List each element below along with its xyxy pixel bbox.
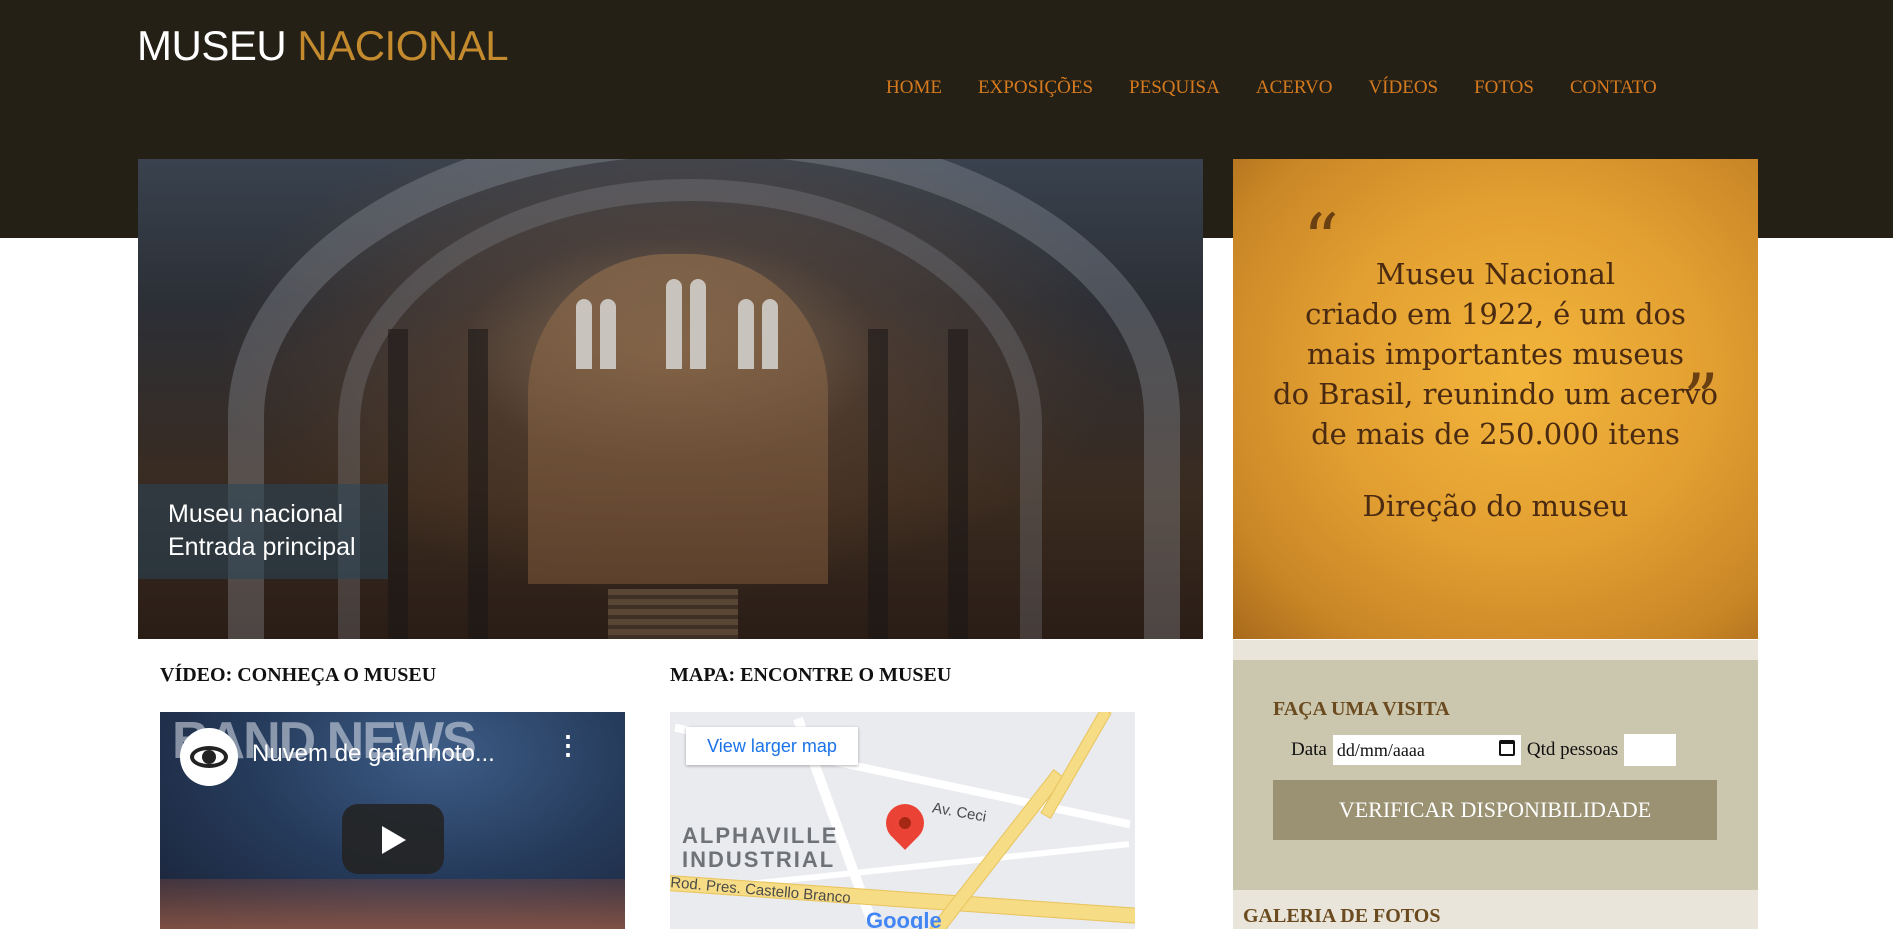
map-section-title: MAPA: ENCONTRE O MUSEU: [670, 664, 952, 686]
qty-label: Qtd pessoas: [1526, 739, 1619, 760]
check-availability-button[interactable]: VERIFICAR DISPONIBILIDADE: [1273, 780, 1717, 840]
quote-line: mais importantes museus: [1306, 337, 1685, 371]
calendar-icon[interactable]: [1498, 740, 1515, 756]
date-input[interactable]: dd/mm/aaaa: [1332, 735, 1521, 765]
hero-column: [468, 329, 488, 639]
nav-home[interactable]: HOME: [886, 76, 942, 100]
quote-line: Museu Nacional: [1375, 257, 1616, 291]
quote-line: do Brasil, reunindo um acervo: [1273, 377, 1718, 411]
map-pin-icon[interactable]: [878, 796, 932, 850]
play-button[interactable]: [342, 804, 444, 874]
hero-column: [948, 329, 968, 639]
video-title[interactable]: Nuvem de gafanhoto...: [252, 740, 495, 768]
quote-text: Museu Nacional criado em 1922, é um dos …: [1233, 254, 1758, 454]
qty-input[interactable]: [1624, 734, 1677, 766]
hero-window: [690, 279, 706, 369]
embedded-map[interactable]: View larger map ALPHAVILLE INDUSTRIAL Av…: [670, 712, 1135, 929]
map-highway: [1040, 712, 1112, 819]
gallery-title: GALERIA DE FOTOS: [1243, 905, 1441, 927]
hero-window: [576, 299, 592, 369]
hero-caption-line2: Entrada principal: [168, 533, 356, 561]
hero-window: [600, 299, 616, 369]
nav-contato[interactable]: CONTATO: [1570, 76, 1657, 100]
hero-caption: Museu nacional Entrada principal: [138, 484, 388, 579]
map-area-line1: ALPHAVILLE: [682, 823, 839, 848]
visit-form-row: Data dd/mm/aaaa Qtd pessoas: [1291, 734, 1677, 766]
site-logo[interactable]: MUSEU NACIONAL: [137, 22, 509, 69]
main-nav: HOME EXPOSIÇÕES PESQUISA ACERVO VÍDEOS F…: [886, 76, 1693, 100]
hero-column: [388, 329, 408, 639]
map-road-label: Av. Ceci: [930, 799, 988, 826]
quote-signature: Direção do museu: [1362, 489, 1629, 523]
visit-panel: FAÇA UMA VISITA Data dd/mm/aaaa Qtd pess…: [1233, 660, 1758, 890]
channel-logo-icon[interactable]: [180, 728, 238, 786]
date-label: Data: [1291, 739, 1327, 760]
map-area-line2: INDUSTRIAL: [682, 847, 836, 872]
hero-caption-line1: Museu nacional: [168, 500, 344, 528]
logo-word-nacional: NACIONAL: [297, 22, 509, 69]
video-section-title: VÍDEO: CONHEÇA O MUSEU: [160, 664, 437, 686]
more-options-icon[interactable]: ⋮: [555, 732, 581, 758]
visit-title: FAÇA UMA VISITA: [1273, 698, 1450, 720]
nav-pesquisa[interactable]: PESQUISA: [1129, 76, 1220, 100]
nav-exposicoes[interactable]: EXPOSIÇÕES: [978, 76, 1093, 100]
quote-line: de mais de 250.000 itens: [1311, 417, 1680, 451]
video-player[interactable]: BAND NEWS Nuvem de gafanhoto... ⋮: [160, 712, 625, 929]
hero-window: [738, 299, 754, 369]
view-larger-map-link[interactable]: View larger map: [686, 727, 858, 765]
nav-videos[interactable]: VÍDEOS: [1368, 76, 1438, 100]
hero-window: [762, 299, 778, 369]
quote-panel: “ ” Museu Nacional criado em 1922, é um …: [1233, 159, 1758, 639]
quote-line: criado em 1922, é um dos: [1305, 297, 1686, 331]
hero-column: [868, 329, 888, 639]
date-placeholder: dd/mm/aaaa: [1336, 739, 1425, 760]
nav-acervo[interactable]: ACERVO: [1256, 76, 1333, 100]
nav-fotos[interactable]: FOTOS: [1474, 76, 1534, 100]
hero-image: Museu nacional Entrada principal: [138, 159, 1203, 639]
video-thumbnail-ground: [160, 879, 625, 929]
google-logo: Google: [866, 908, 942, 929]
logo-word-museu: MUSEU: [137, 22, 287, 69]
hero-stairs: [608, 589, 738, 639]
map-area-label: ALPHAVILLE INDUSTRIAL: [682, 824, 838, 872]
hero-window: [666, 279, 682, 369]
